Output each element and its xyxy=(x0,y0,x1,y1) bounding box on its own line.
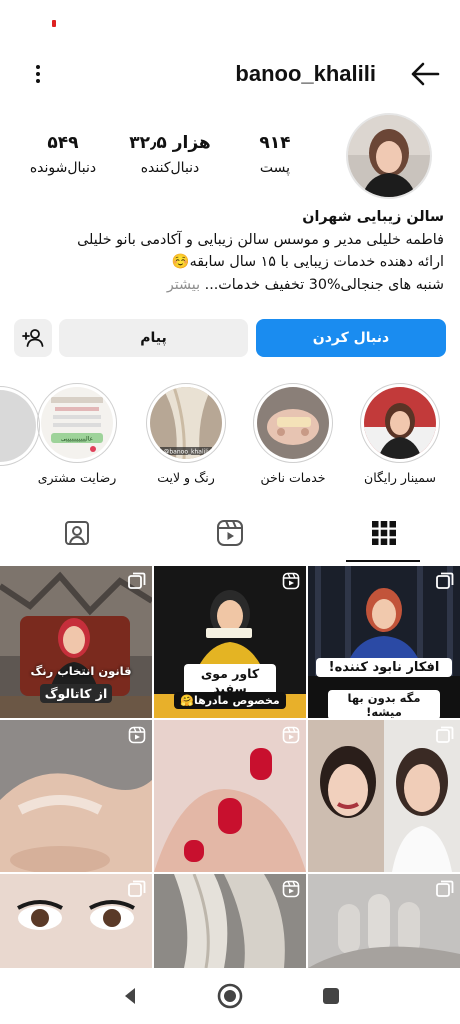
reel-badge-icon xyxy=(282,572,300,590)
multiple-posts-icon xyxy=(128,572,146,589)
content-tabs xyxy=(0,506,460,562)
highlight-nails-image xyxy=(257,387,329,459)
profile-header: banoo_khalili xyxy=(0,52,460,96)
posts-count[interactable]: ۹۱۴ پست xyxy=(235,132,315,178)
tab-tagged[interactable] xyxy=(0,506,153,560)
bio-line-2: ارائه دهنده خدمات زیبایی با ۱۵ سال سابقه… xyxy=(171,254,444,270)
highlight-color-image: @banoo_khalili xyxy=(150,387,222,459)
reels-icon xyxy=(216,520,243,546)
tab-reels[interactable] xyxy=(153,506,306,560)
multiple-posts-icon xyxy=(436,726,454,743)
post-caption-line-2: مگه بدون بها میشه! xyxy=(328,690,440,718)
reel-badge-icon xyxy=(282,726,300,744)
grid-post[interactable] xyxy=(154,874,306,968)
posts-value: ۹۱۴ xyxy=(259,133,291,153)
posts-label: پست xyxy=(259,160,291,176)
grid-post[interactable]: قانون انتخاب رنگ از کاتالوگ xyxy=(0,566,152,718)
post-caption-line-1: قانون انتخاب رنگ xyxy=(30,664,132,678)
nav-home-icon[interactable] xyxy=(216,982,244,1010)
reel-badge-icon xyxy=(282,880,300,898)
grid-post[interactable] xyxy=(308,720,460,872)
grid-icon xyxy=(371,521,396,545)
highlight-color-watermark: @banoo_khalili xyxy=(163,449,209,456)
bio-line-1: فاطمه خلیلی مدیر و موسس سالن زیبایی و آک… xyxy=(77,231,444,248)
bio-line-3: شنبه های جنجالی%30 تخفیف خدمات... بیشتر xyxy=(14,274,444,297)
grid-post[interactable] xyxy=(0,720,152,872)
following-count[interactable]: ۵۴۹ دنبال‌شونده xyxy=(18,132,108,178)
reel-badge-icon xyxy=(128,726,146,744)
highlight-partial[interactable] xyxy=(0,386,40,466)
profile-username: banoo_khalili xyxy=(235,61,376,86)
grid-post[interactable] xyxy=(308,874,460,968)
bio-line-3-text: شنبه های جنجالی%30 تخفیف خدمات... xyxy=(204,276,444,293)
highlight-seminar-label: سمینار رایگان xyxy=(364,470,436,485)
multiple-posts-icon xyxy=(128,880,146,897)
add-person-button[interactable] xyxy=(14,319,52,357)
tab-posts-grid[interactable] xyxy=(307,506,460,560)
grid-post[interactable]: کاور موی سفید مخصوص مادرها🤗 xyxy=(154,566,306,718)
profile-bio: سالن زیبایی شهران فاطمه خلیلی مدیر و موس… xyxy=(14,206,444,296)
active-tab-indicator xyxy=(346,560,420,562)
follow-button[interactable]: دنبال کردن xyxy=(256,319,446,357)
post-caption-line-2: از کاتالوگ xyxy=(40,684,112,703)
multiple-posts-icon xyxy=(436,880,454,897)
system-nav-bar xyxy=(0,968,460,1024)
status-indicator xyxy=(52,20,56,27)
nav-recents-icon[interactable] xyxy=(321,986,341,1006)
post-caption-line-2: مخصوص مادرها🤗 xyxy=(174,692,286,709)
multiple-posts-icon xyxy=(436,572,454,589)
highlight-seminar-image xyxy=(364,387,436,459)
followers-count[interactable]: ۳۲٫۵ هزار دنبال‌کننده xyxy=(120,132,220,178)
tagged-person-icon xyxy=(64,521,89,545)
highlight-customer-satisfaction-label: رضایت مشتری xyxy=(37,470,117,485)
arrow-left-icon[interactable] xyxy=(408,58,442,90)
profile-avatar[interactable] xyxy=(346,113,432,199)
highlight-customer-satisfaction[interactable]: عالیییییییییییی رضایت مشتری xyxy=(34,383,120,487)
highlight-review-text: عالیییییییییییی xyxy=(61,436,93,443)
nav-back-icon[interactable] xyxy=(118,984,142,1008)
bio-name: سالن زیبایی شهران xyxy=(302,209,444,225)
grid-post[interactable] xyxy=(0,874,152,968)
highlight-nail-services-label: خدمات ناخن xyxy=(260,470,326,485)
bio-more-link[interactable]: بیشتر xyxy=(167,277,200,293)
following-value: ۵۴۹ xyxy=(47,133,79,153)
grid-post[interactable]: افکار نابود کننده! مگه بدون بها میشه! xyxy=(308,566,460,718)
kebab-menu-icon[interactable] xyxy=(28,60,48,88)
grid-post[interactable] xyxy=(154,720,306,872)
following-label: دنبال‌شونده xyxy=(29,160,97,176)
followers-label: دنبال‌کننده xyxy=(140,160,200,176)
highlight-nail-services[interactable]: خدمات ناخن xyxy=(250,383,336,487)
highlight-seminar[interactable]: سمینار رایگان xyxy=(357,383,443,487)
highlight-color-light-label: رنگ و لایت xyxy=(157,470,215,485)
post-caption-line-1: افکار نابود کننده! xyxy=(316,658,452,677)
followers-value: ۳۲٫۵ هزار xyxy=(129,133,211,153)
highlight-reviews-image: عالیییییییییییی xyxy=(41,387,113,459)
message-button[interactable]: پیام xyxy=(59,319,248,357)
highlight-color-light[interactable]: @banoo_khalili رنگ و لایت xyxy=(143,383,229,487)
add-person-icon xyxy=(22,329,44,347)
